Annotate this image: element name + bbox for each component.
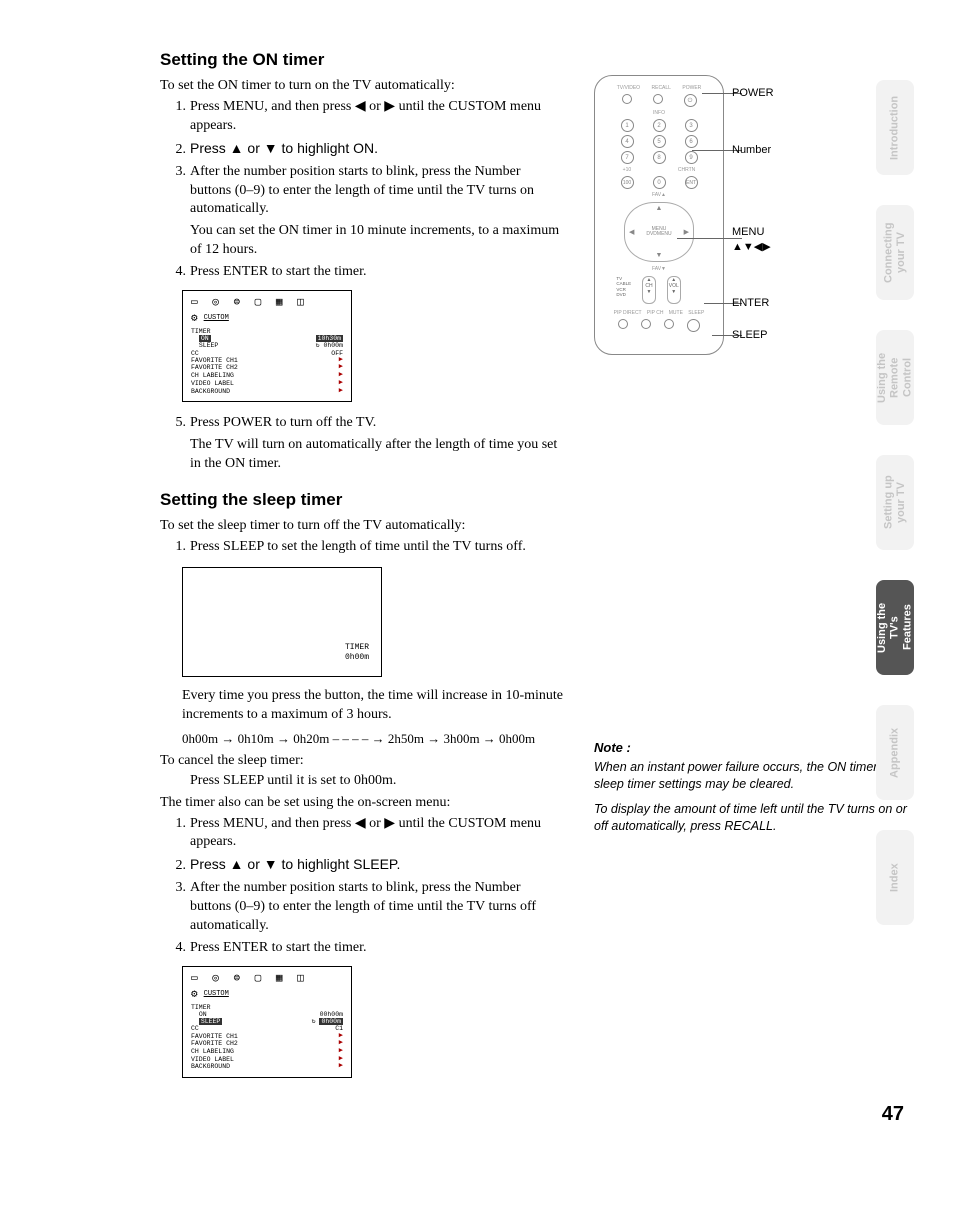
gear-icon: ⚙ <box>191 313 198 325</box>
step-text: You can set the ON timer in 10 minute in… <box>190 223 559 257</box>
power-button: ⏻ <box>684 94 697 107</box>
on-timer-intro: To set the ON timer to turn on the TV au… <box>160 78 564 94</box>
dpad: ▲ ▼ ◀ ▶ MENUDVDMENU <box>624 202 694 262</box>
step-text: Press POWER to turn off the TV. <box>190 415 376 430</box>
ent-button: ENT <box>685 176 698 189</box>
label-menu: MENU <box>732 227 764 238</box>
num-0: 0 <box>653 176 666 189</box>
menu-center: MENUDVDMENU <box>646 227 671 237</box>
tab-appendix: Appendix <box>876 705 914 800</box>
side-tabs: Introduction Connecting your TV Using th… <box>876 80 914 925</box>
step-text: Press ENTER to start the timer. <box>190 264 367 279</box>
on-timer-steps-cont: 5.Press POWER to turn off the TV. The TV… <box>160 414 564 474</box>
note-title: Note : <box>594 740 914 755</box>
left-arrow-icon: ◀ <box>629 228 634 236</box>
step-text: Press ▲ or ▼ to highlight SLEEP. <box>190 856 400 872</box>
sleep-menu-steps: 1.Press MENU, and then press ◀ or ▶ unti… <box>160 815 564 958</box>
cancel-step: Press SLEEP until it is set to 0h00m. <box>190 773 564 789</box>
heading-on-timer: Setting the ON timer <box>160 50 564 70</box>
sleep-timer-intro: To set the sleep timer to turn off the T… <box>160 518 564 534</box>
tab-index: Index <box>876 830 914 925</box>
on-timer-steps: 1.Press MENU, and then press ◀ or ▶ unti… <box>160 98 564 282</box>
osd-icon-row: ▭ ◎ ⊜ ▢ ▦ ◫ <box>191 297 343 309</box>
osd-icon-row: ▭ ◎ ⊜ ▢ ▦ ◫ <box>191 973 343 985</box>
label-number: Number <box>732 145 771 156</box>
osd-custom-menu-2: ▭ ◎ ⊜ ▢ ▦ ◫ ⚙CUSTOM TIMER ON00h00m SLEEP… <box>182 966 352 1078</box>
num-9: 9 <box>685 151 698 164</box>
step-text: Press ▲ or ▼ to highlight ON. <box>190 140 378 156</box>
note-text: When an instant power failure occurs, th… <box>594 759 914 793</box>
mute-button <box>664 319 674 329</box>
num-1: 1 <box>621 119 634 132</box>
num-7: 7 <box>621 151 634 164</box>
remote-diagram: TV/VIDEORECALLPOWER ⏻ INFO 123 456 789 +… <box>594 75 914 355</box>
tvvideo-button <box>622 94 632 104</box>
note-block: Note : When an instant power failure occ… <box>594 740 914 835</box>
right-arrow-icon: ▶ <box>684 228 689 236</box>
num-6: 6 <box>685 135 698 148</box>
tab-connecting: Connecting your TV <box>876 205 914 300</box>
label-sleep: SLEEP <box>732 330 767 341</box>
sleep-button <box>687 319 700 332</box>
menu-intro: The timer also can be set using the on-s… <box>160 795 564 811</box>
up-arrow-icon: ▲ <box>656 205 663 212</box>
num-5: 5 <box>653 135 666 148</box>
pipch-button <box>641 319 651 329</box>
num-4: 4 <box>621 135 634 148</box>
num-100: 100 <box>621 176 634 189</box>
label-power: POWER <box>732 88 774 99</box>
sleep-sequence: 0h00m → 0h10m → 0h20m – – – – → 2h50m → … <box>182 731 564 747</box>
down-arrow-icon: ▼ <box>656 252 663 259</box>
heading-sleep-timer: Setting the sleep timer <box>160 490 564 510</box>
step-text: The TV will turn on automatically after … <box>190 437 557 471</box>
recall-button <box>653 94 663 104</box>
num-2: 2 <box>653 119 666 132</box>
tab-features: Using the TV's Features <box>876 580 914 675</box>
step-text: Press MENU, and then press ◀ or ▶ until … <box>190 816 541 850</box>
label-arrows: ▲▼◀▶ <box>732 242 771 253</box>
osd-custom-menu-1: ▭ ◎ ⊜ ▢ ▦ ◫ ⚙CUSTOM TIMER ON10h30m SLEEP… <box>182 290 352 402</box>
step-text: Press SLEEP to set the length of time un… <box>190 539 526 554</box>
label-enter: ENTER <box>732 298 769 309</box>
sleep-timer-steps: 1.Press SLEEP to set the length of time … <box>160 538 564 557</box>
step-text: After the number position starts to blin… <box>190 880 536 933</box>
mode-labels: TVCABLEVCRDVD <box>616 276 631 304</box>
vol-rocker: ▲VOL▼ <box>667 276 681 304</box>
cancel-intro: To cancel the sleep timer: <box>160 753 564 769</box>
step-text: Press ENTER to start the timer. <box>190 940 367 955</box>
tab-setting: Setting up your TV <box>876 455 914 550</box>
page-number: 47 <box>882 1103 904 1126</box>
sleep-after-text: Every time you press the button, the tim… <box>182 687 564 725</box>
note-text: To display the amount of time left until… <box>594 801 914 835</box>
num-8: 8 <box>653 151 666 164</box>
step-text: Press MENU, and then press ◀ or ▶ until … <box>190 99 541 133</box>
ch-rocker: ▲CH▼ <box>642 276 656 304</box>
timer-display-box: TIMER 0h00m <box>182 567 382 677</box>
tab-remote: Using the Remote Control <box>876 330 914 425</box>
tab-introduction: Introduction <box>876 80 914 175</box>
num-3: 3 <box>685 119 698 132</box>
step-text: After the number position starts to blin… <box>190 164 534 217</box>
gear-icon: ⚙ <box>191 989 198 1001</box>
pip-button <box>618 319 628 329</box>
